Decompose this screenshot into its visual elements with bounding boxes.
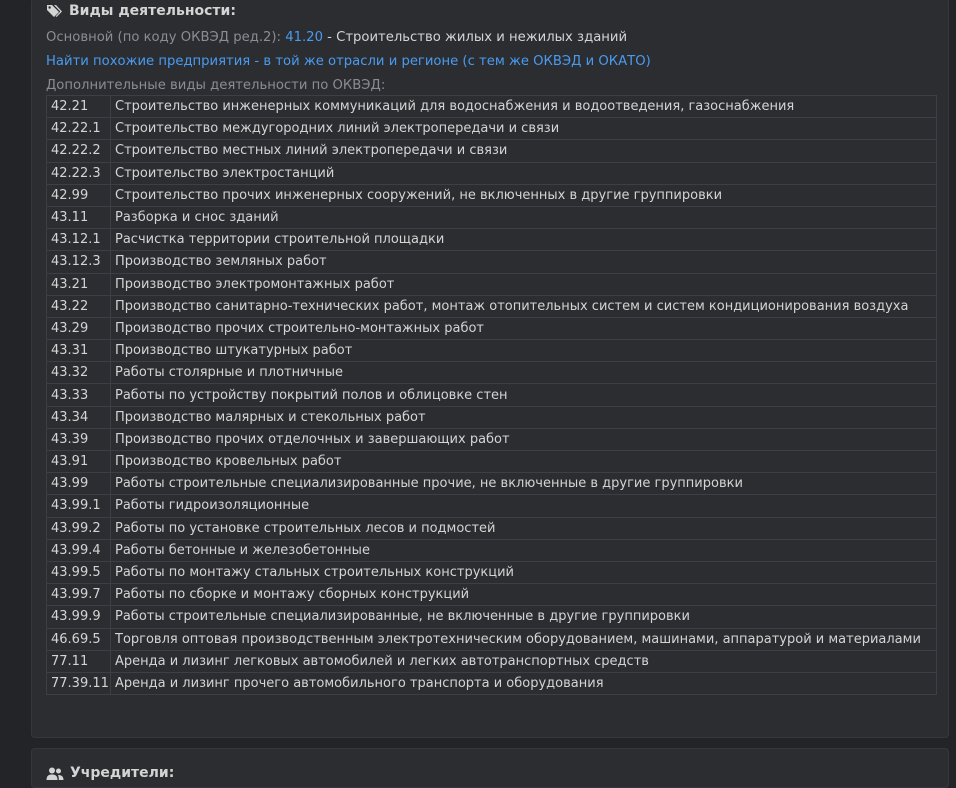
okved-code: 43.21 [46, 272, 111, 296]
okved-name: Производство штукатурных работ [110, 339, 937, 363]
table-row: 46.69.5 Торговля оптовая производственным… [46, 627, 937, 651]
okved-code: 43.99.5 [46, 560, 111, 585]
main-activity: Основной (по коду ОКВЭД ред.2): 41.20 - … [46, 30, 627, 45]
okved-code: 43.12.1 [46, 228, 111, 252]
find-similar-link[interactable]: Найти похожие предприятия - в той же отр… [46, 54, 651, 69]
table-row: 43.99.1 Работы гидроизоляционные [46, 494, 937, 518]
main-activity-description: - Строительство жилых и нежилых зданий [327, 30, 628, 45]
additional-activities-label: Дополнительные виды деятельности по ОКВЭ… [46, 78, 386, 93]
okved-name: Производство земляных работ [110, 250, 937, 274]
table-row: 77.39.11 Аренда и лизинг прочего автомоби… [46, 671, 937, 696]
okved-name: Работы строительные специализированные п… [110, 472, 937, 496]
okved-name: Работы по установке строительных лесов и… [110, 516, 937, 540]
okved-name: Работы по устройству покрытий полов и об… [110, 383, 937, 407]
table-row: 43.99 Работы строительные специализирован… [46, 472, 937, 496]
okved-code: 43.91 [46, 449, 111, 474]
founders-title: Учредители: [70, 765, 175, 781]
okved-name: Производство прочих строительно-монтажны… [110, 316, 937, 341]
okved-code: 43.99.9 [46, 605, 111, 629]
okved-name: Торговля оптовая производственным электр… [110, 627, 937, 651]
table-row: 42.21 Строительство инженерных коммуникац… [46, 94, 937, 119]
okved-code: 43.22 [46, 294, 111, 318]
table-row: 43.91 Производство кровельных работ [46, 449, 937, 474]
table-row: 43.11 Разборка и снос зданий [46, 205, 937, 230]
tags-icon [46, 3, 63, 20]
okved-name: Работы по сборке и монтажу сборных конст… [110, 583, 937, 607]
okved-name: Производство кровельных работ [110, 449, 937, 474]
okved-name: Разборка и снос зданий [110, 205, 937, 230]
okved-name: Работы строительные специализированные, … [110, 605, 937, 629]
okved-name: Работы по монтажу стальных строительных … [110, 560, 937, 585]
okved-name: Аренда и лизинг легковых автомобилей и л… [110, 649, 937, 673]
okved-name: Расчистка территории строительной площад… [110, 228, 937, 252]
okved-name: Производство санитарно-технических работ… [110, 294, 937, 318]
table-row: 42.22.2 Строительство местных линий элект… [46, 139, 937, 163]
okved-name: Работы бетонные и железобетонные [110, 538, 937, 562]
okved-code: 77.39.11 [46, 671, 111, 696]
okved-code: 43.39 [46, 427, 111, 452]
table-row: 42.22.1 Строительство междугородних линий… [46, 117, 937, 141]
okved-name: Строительство электростанций [110, 161, 937, 185]
okved-code: 43.29 [46, 316, 111, 341]
okved-code: 77.11 [46, 649, 111, 673]
okved-name: Аренда и лизинг прочего автомобильного т… [110, 671, 937, 696]
activities-card: Виды деятельности: Основной (по коду ОКВ… [31, 0, 949, 738]
table-row: 43.12.3 Производство земляных работ [46, 250, 937, 274]
activities-header: Виды деятельности: [46, 1, 236, 21]
table-row: 43.22 Производство санитарно-технических … [46, 294, 937, 318]
okved-name: Строительство междугородних линий электр… [110, 117, 937, 141]
okved-code: 43.33 [46, 383, 111, 407]
okved-name: Строительство местных линий электроперед… [110, 139, 937, 163]
table-row: 43.12.1 Расчистка территории строительной… [46, 228, 937, 252]
okved-name: Работы гидроизоляционные [110, 494, 937, 518]
okved-name: Строительство инженерных коммуникаций дл… [110, 94, 937, 119]
okved-name: Производство малярных и стекольных работ [110, 405, 937, 429]
okved-code: 43.34 [46, 405, 111, 429]
founders-header: Учредители: [46, 765, 174, 781]
okved-code: 43.99.2 [46, 516, 111, 540]
okved-code: 43.31 [46, 339, 111, 363]
table-row: 43.99.7 Работы по сборке и монтажу сборны… [46, 583, 937, 607]
table-row: 42.99 Строительство прочих инженерных соо… [46, 183, 937, 207]
table-row: 43.32 Работы столярные и плотничные [46, 361, 937, 385]
okved-code: 42.22.2 [46, 139, 111, 163]
table-row: 43.34 Производство малярных и стекольных … [46, 405, 937, 429]
table-row: 42.22.3 Строительство электростанций [46, 161, 937, 185]
okved-name: Производство прочих отделочных и заверша… [110, 427, 937, 452]
table-row: 43.29 Производство прочих строительно-мон… [46, 316, 937, 341]
table-row: 43.21 Производство электромонтажных работ [46, 272, 937, 296]
table-row: 43.31 Производство штукатурных работ [46, 339, 937, 363]
okved-name: Производство электромонтажных работ [110, 272, 937, 296]
okved-code: 42.22.3 [46, 161, 111, 185]
founders-card: Учредители: [31, 748, 949, 788]
table-row: 43.99.5 Работы по монтажу стальных строит… [46, 560, 937, 585]
okved-code: 43.99.1 [46, 494, 111, 518]
table-row: 77.11 Аренда и лизинг легковых автомобиле… [46, 649, 937, 673]
table-row: 43.99.2 Работы по установке строительных … [46, 516, 937, 540]
table-row: 43.39 Производство прочих отделочных и за… [46, 427, 937, 452]
table-row: 43.33 Работы по устройству покрытий полов… [46, 383, 937, 407]
okved-code: 46.69.5 [46, 627, 111, 651]
okved-name: Работы столярные и плотничные [110, 361, 937, 385]
okved-code: 43.99.7 [46, 583, 111, 607]
okved-code: 43.32 [46, 361, 111, 385]
okved-code: 42.21 [46, 94, 111, 119]
main-activity-code-link[interactable]: 41.20 [285, 30, 323, 45]
table-row: 43.99.4 Работы бетонные и железобетонные [46, 538, 937, 562]
okved-code: 42.22.1 [46, 117, 111, 141]
table-row: 43.99.9 Работы строительные специализиров… [46, 605, 937, 629]
okved-code: 43.12.3 [46, 250, 111, 274]
main-activity-prefix: Основной (по коду ОКВЭД ред.2): [46, 30, 281, 45]
okved-code: 43.99 [46, 472, 111, 496]
users-icon [46, 766, 64, 780]
okved-code: 43.11 [46, 205, 111, 230]
activities-title: Виды деятельности: [69, 3, 236, 19]
okved-name: Строительство прочих инженерных сооружен… [110, 183, 937, 207]
okved-code: 43.99.4 [46, 538, 111, 562]
additional-activities-table: 42.21 Строительство инженерных коммуникац… [46, 94, 937, 696]
okved-code: 42.99 [46, 183, 111, 207]
